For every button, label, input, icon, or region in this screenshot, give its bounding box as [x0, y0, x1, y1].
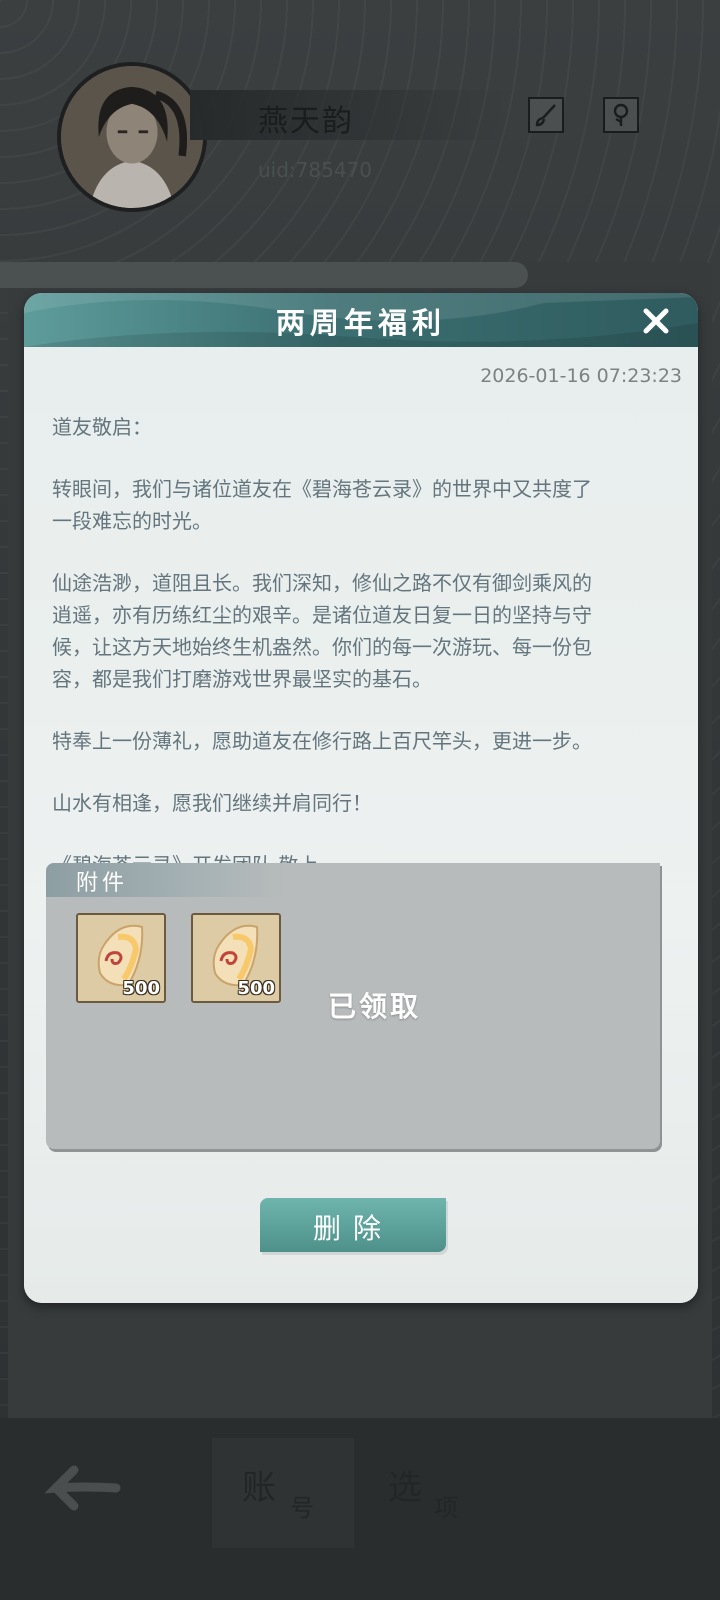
- mail-paragraph-line: 仙途浩渺，道阻且长。我们深知，修仙之路不仅有御剑乘风的: [52, 571, 592, 595]
- tab-options-label: 选: [388, 1468, 422, 1508]
- mail-paragraph-line: 候，让这方天地始终生机盎然。你们的每一次游玩、每一份包: [52, 635, 592, 659]
- mail-date: 2026-01-16 07:23:23: [480, 365, 682, 387]
- tab-account[interactable]: 账 号: [212, 1438, 354, 1548]
- delete-button[interactable]: 删除: [260, 1198, 446, 1252]
- mail-title: 两周年福利: [275, 306, 446, 340]
- mail-dialog: 两周年福利 2026-01-16 07:23:23 道友敬启： 转眼间，我们与诸…: [24, 293, 698, 1303]
- mail-content: 道友敬启： 转眼间，我们与诸位道友在《碧海苍云录》的世界中又共度了 一段难忘的时…: [52, 411, 682, 881]
- tab-account-label: 账: [242, 1468, 276, 1508]
- claimed-status: 已领取: [328, 990, 422, 1023]
- attachment-item[interactable]: 500: [191, 913, 281, 1003]
- mail-paragraph-line: 转眼间，我们与诸位道友在《碧海苍云录》的世界中又共度了: [52, 477, 592, 501]
- tab-options[interactable]: 选 项: [360, 1438, 502, 1548]
- player-uid: uid:785470: [258, 158, 373, 182]
- flower-icon[interactable]: [603, 97, 639, 133]
- tab-account-sub: 号: [290, 1494, 314, 1522]
- attachment-item[interactable]: 500: [76, 913, 166, 1003]
- mail-paragraph-line: 容，都是我们打磨游戏世界最坚实的基石。: [52, 667, 432, 691]
- player-name: 燕天韵: [258, 104, 354, 139]
- item-count: 500: [237, 978, 275, 999]
- brush-icon[interactable]: [528, 97, 564, 133]
- delete-button-label: 删除: [312, 1212, 393, 1245]
- background-strip: [0, 262, 528, 288]
- close-icon: [643, 308, 669, 334]
- attachment-label: 附件: [76, 871, 129, 896]
- back-arrow-icon[interactable]: [36, 1458, 126, 1514]
- mail-paragraph-line: 特奉上一份薄礼，愿助道友在修行路上百尺竿头，更进一步。: [52, 729, 592, 753]
- tab-options-sub: 项: [434, 1494, 458, 1522]
- mail-paragraph-line: 山水有相逢，愿我们继续并肩同行！: [52, 791, 372, 815]
- avatar[interactable]: [57, 62, 207, 212]
- mail-paragraph-line: 一段难忘的时光。: [52, 509, 212, 533]
- close-button[interactable]: [636, 301, 676, 341]
- mail-greeting: 道友敬启：: [52, 415, 152, 439]
- item-count: 500: [122, 978, 160, 999]
- mail-paragraph-line: 逍遥，亦有历练红尘的艰辛。是诸位道友日复一日的坚持与守: [52, 603, 592, 627]
- attachment-panel: 附件 500 500 已领取: [46, 863, 660, 1149]
